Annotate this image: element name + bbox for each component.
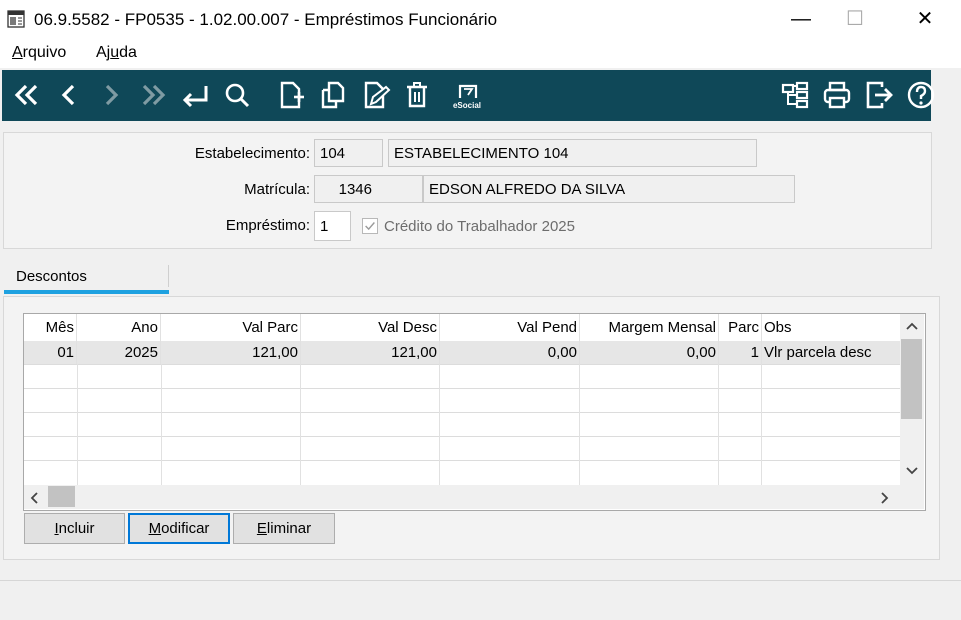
horizontal-scrollbar[interactable] [24,485,900,509]
column-divider [439,364,440,485]
modificar-label: odificar [161,520,210,537]
row-divider [24,364,900,365]
menu-bar: Arquivo Ajuda [0,40,961,68]
cell-val-pend: 0,00 [440,341,580,364]
emprestimo-field[interactable]: 1 [314,211,351,241]
descontos-grid[interactable]: Mês Ano Val Parc Val Desc Val Pend Marge… [23,313,926,511]
estabelecimento-label: Estabelecimento: [194,145,310,162]
edit-document-icon[interactable] [358,78,392,112]
modificar-button[interactable]: Modificar [128,513,230,544]
column-divider [300,364,301,485]
minimize-button[interactable]: — [778,0,824,40]
horizontal-scroll-thumb[interactable] [48,486,75,507]
hierarchy-icon[interactable] [778,78,812,112]
menu-ajuda-prefix: Aj [96,44,111,61]
next-record-icon[interactable] [94,78,128,112]
copy-icon[interactable] [316,78,350,112]
cell-margem-mensal: 0,00 [580,341,719,364]
matricula-label: Matrícula: [244,181,310,198]
table-row-selected[interactable]: 01 2025 121,00 121,00 0,00 0,00 1 Vlr pa… [24,341,900,364]
tab-active-indicator [4,290,169,294]
new-document-icon[interactable] [274,78,308,112]
row-divider [24,436,900,437]
column-divider [761,364,762,485]
help-icon[interactable] [904,78,938,112]
column-divider [77,364,78,485]
scroll-right-icon[interactable] [880,491,890,505]
status-bar [0,580,961,620]
cell-val-parc: 121,00 [161,341,301,364]
window-title: 06.9.5582 - FP0535 - 1.02.00.007 - Empré… [34,10,498,29]
check-icon [365,222,375,231]
column-header-val-parc[interactable]: Val Parc [161,314,301,341]
menu-arquivo[interactable]: Arquivo [12,44,66,62]
cell-mes: 01 [24,341,77,364]
scroll-left-icon[interactable] [29,491,39,505]
title-bar: 06.9.5582 - FP0535 - 1.02.00.007 - Empré… [0,0,961,40]
credito-label: Crédito do Trabalhador 2025 [384,218,575,235]
column-header-ano[interactable]: Ano [77,314,161,341]
print-icon[interactable] [820,78,854,112]
cell-obs: Vlr parcela desc [764,344,872,361]
eliminar-hotkey: E [256,520,267,537]
maximize-button[interactable]: ☐ [832,0,878,40]
menu-arquivo-suffix: rquivo [22,44,67,61]
search-icon[interactable] [220,78,254,112]
row-divider [24,388,900,389]
column-header-obs[interactable]: Obs [762,314,900,341]
scroll-up-icon[interactable] [905,321,919,331]
vertical-scroll-thumb[interactable] [901,339,922,419]
app-icon [7,10,25,28]
credito-checkbox[interactable] [362,218,378,234]
matricula-name-field: EDSON ALFREDO DA SILVA [423,175,795,203]
tab-descontos-label: Descontos [16,268,87,285]
incluir-label: ncluir [58,520,95,537]
cell-ano: 2025 [77,341,161,364]
menu-ajuda-hotkey: u [110,44,120,61]
cell-val-desc: 121,00 [301,341,440,364]
vertical-scrollbar[interactable] [900,314,924,485]
column-header-parc[interactable]: Parc [719,314,762,341]
estabelecimento-code-field[interactable]: 104 [314,139,383,167]
eliminar-button[interactable]: Eliminar [233,513,335,544]
column-divider [161,364,162,485]
column-header-mes[interactable]: Mês [24,314,77,341]
delete-icon[interactable] [400,78,434,112]
scroll-down-icon[interactable] [905,466,919,476]
eliminar-label: liminar [266,520,312,537]
column-header-val-pend[interactable]: Val Pend [440,314,580,341]
tab-descontos[interactable]: Descontos [4,264,169,295]
modificar-hotkey: M [148,520,162,537]
return-icon[interactable] [178,78,212,112]
menu-arquivo-hotkey: A [12,44,23,61]
menu-ajuda[interactable]: Ajuda [96,44,137,62]
estabelecimento-name-field: ESTABELECIMENTO 104 [388,139,757,167]
cell-parc: 1 [719,341,762,364]
close-button[interactable]: ✕ [902,0,948,40]
esocial-text: eSocial [453,101,481,110]
incluir-button[interactable]: Incluir [24,513,125,544]
matricula-code-field[interactable]: 1346 [314,175,423,203]
column-header-val-desc[interactable]: Val Desc [301,314,440,341]
toolbar: eSocial [2,70,935,121]
scrollbar-corner [900,485,924,509]
row-divider [24,412,900,413]
first-record-icon[interactable] [10,78,44,112]
tab-separator [168,265,169,287]
esocial-icon[interactable]: eSocial [450,78,484,112]
emprestimo-label: Empréstimo: [225,217,310,234]
column-divider [718,364,719,485]
row-divider [24,460,900,461]
column-header-margem-mensal[interactable]: Margem Mensal [580,314,719,341]
previous-record-icon[interactable] [52,78,86,112]
menu-ajuda-suffix: da [119,44,137,61]
exit-icon[interactable] [862,78,896,112]
last-record-icon[interactable] [136,78,170,112]
column-divider [579,364,580,485]
